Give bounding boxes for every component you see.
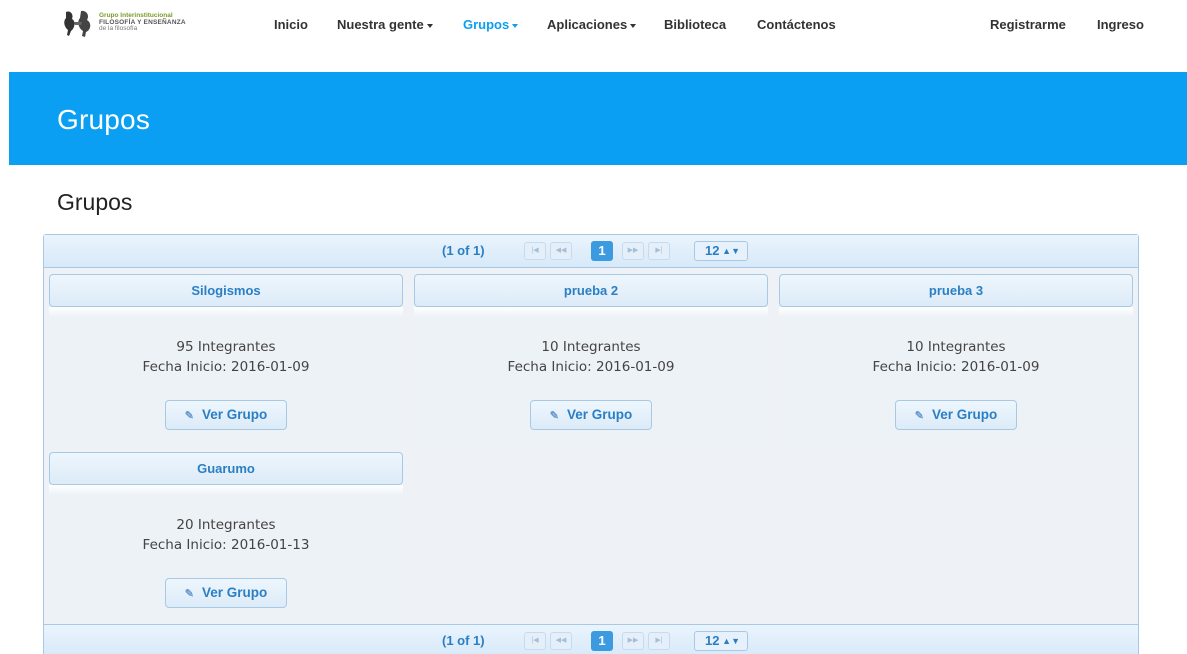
logo-figures-icon [64,10,91,37]
ver-grupo-label: Ver Grupo [201,585,268,600]
last-page-icon[interactable]: ▶| [648,242,670,260]
nav-aplicaciones[interactable]: Aplicaciones [547,17,637,32]
group-card-title[interactable]: prueba 2 [414,274,768,307]
rows-per-page-select[interactable]: 12 ▲▼ [694,631,748,651]
ver-grupo-label: Ver Grupo [201,407,268,422]
pencil-icon: ✎ [184,588,194,600]
group-card: prueba 2 10 Integrantes Fecha Inicio: 20… [409,271,768,449]
banner-title: Grupos [57,104,151,135]
nav-ingreso[interactable]: Ingreso [1097,17,1144,32]
page-banner: Grupos [9,72,1187,165]
page-number-button[interactable]: 1 [591,241,613,261]
card-shadow [49,485,403,495]
card-shadow [779,307,1133,317]
ver-grupo-label: Ver Grupo [931,407,998,422]
page-title: Grupos [57,189,133,215]
nav-nuestra-gente[interactable]: Nuestra gente [337,17,433,32]
caret-down-icon [630,23,637,28]
last-page-icon[interactable]: ▶| [648,632,670,650]
group-card: prueba 3 10 Integrantes Fecha Inicio: 20… [774,271,1133,449]
nav-nuestra-gente-label: Nuestra gente [337,17,424,32]
card-shadow [49,307,403,317]
group-members: 10 Integrantes [906,339,1006,355]
group-start-date: Fecha Inicio: 2016-01-09 [142,359,310,375]
logo-text: Grupo Interinstitucional FILOSOFÍA Y ENS… [99,13,186,33]
rows-per-page-value: 12 [705,243,720,258]
card-shadow [414,307,768,317]
nav-biblioteca[interactable]: Biblioteca [664,17,726,32]
ver-grupo-button[interactable]: ✎ Ver Grupo [165,400,287,430]
top-navbar: Grupo Interinstitucional FILOSOFÍA Y ENS… [0,0,1187,52]
caret-down-icon [512,23,519,28]
ver-grupo-button[interactable]: ✎ Ver Grupo [895,400,1017,430]
select-arrows-icon: ▲▼ [722,636,740,646]
first-page-icon[interactable]: |◀ [524,632,546,650]
logo-line-3: de la filosofía [99,25,138,33]
group-members: 10 Integrantes [541,339,641,355]
group-card-title[interactable]: Guarumo [49,452,403,485]
pencil-icon: ✎ [184,410,194,422]
next-page-icon[interactable]: ▶▶ [622,632,644,650]
nav-contactenos[interactable]: Contáctenos [757,17,836,32]
caret-down-icon [426,23,433,28]
previous-page-icon[interactable]: ◀◀ [550,242,572,260]
rows-per-page-select[interactable]: 12 ▲▼ [694,241,748,261]
nav-grupos-label: Grupos [463,17,510,32]
nav-aplicaciones-label: Aplicaciones [547,17,628,32]
first-page-icon[interactable]: |◀ [524,242,546,260]
group-card: Silogismos 95 Integrantes Fecha Inicio: … [44,271,403,449]
group-card-title[interactable]: prueba 3 [779,274,1133,307]
page-report: (1 of 1) [442,633,485,648]
group-start-date: Fecha Inicio: 2016-01-09 [872,359,1040,375]
group-members: 20 Integrantes [176,517,276,533]
group-card: Guarumo 20 Integrantes Fecha Inicio: 201… [44,449,403,627]
next-page-icon[interactable]: ▶▶ [622,242,644,260]
group-start-date: Fecha Inicio: 2016-01-09 [507,359,675,375]
paginator-top: (1 of 1) |◀ ◀◀ 1 ▶▶ ▶| 12 ▲▼ [44,235,1138,268]
ver-grupo-button[interactable]: ✎ Ver Grupo [530,400,652,430]
select-arrows-icon: ▲▼ [722,246,740,256]
group-card-title[interactable]: Silogismos [49,274,403,307]
nav-registrarme[interactable]: Registrarme [990,17,1066,32]
nav-inicio[interactable]: Inicio [274,17,308,32]
page-report: (1 of 1) [442,243,485,258]
nav-grupos[interactable]: Grupos [463,17,519,32]
paginator-bottom: (1 of 1) |◀ ◀◀ 1 ▶▶ ▶| 12 ▲▼ [44,624,1138,654]
group-members: 95 Integrantes [176,339,276,355]
previous-page-icon[interactable]: ◀◀ [550,632,572,650]
ver-grupo-label: Ver Grupo [566,407,633,422]
ver-grupo-button[interactable]: ✎ Ver Grupo [165,578,287,608]
groups-datagrid: (1 of 1) |◀ ◀◀ 1 ▶▶ ▶| 12 ▲▼ Silogismos 9… [43,234,1139,654]
pencil-icon: ✎ [549,410,559,422]
site-logo[interactable]: Grupo Interinstitucional FILOSOFÍA Y ENS… [62,8,222,38]
rows-per-page-value: 12 [705,633,720,648]
pencil-icon: ✎ [914,410,924,422]
page-number-button[interactable]: 1 [591,631,613,651]
group-start-date: Fecha Inicio: 2016-01-13 [142,537,310,553]
